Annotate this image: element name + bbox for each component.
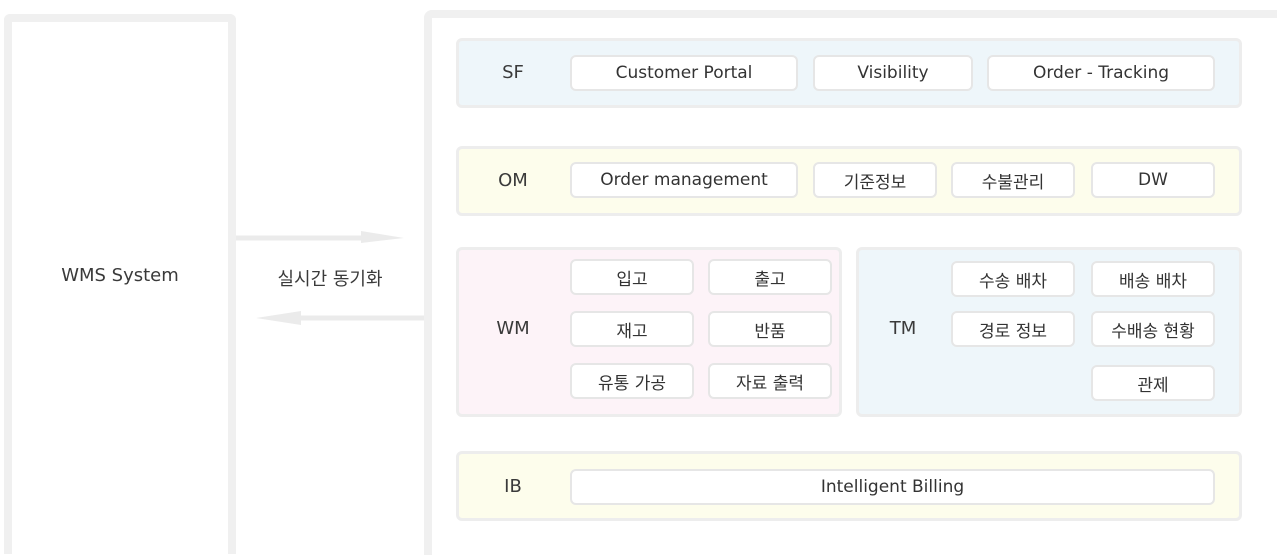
- tm-chip-delivery-dispatch[interactable]: 배송 배차: [1091, 261, 1215, 297]
- arrow-left-icon: [256, 311, 301, 325]
- ib-chip-intelligent-billing[interactable]: Intelligent Billing: [570, 469, 1215, 505]
- om-chip-order-management[interactable]: Order management: [570, 162, 798, 198]
- sync-label: 실시간 동기화: [277, 269, 383, 290]
- wm-chip-inbound[interactable]: 입고: [570, 259, 694, 295]
- tm-chip-control[interactable]: 관제: [1091, 365, 1215, 401]
- wms-system-label: WMS System: [61, 265, 179, 286]
- tm-chip-delivery-status[interactable]: 수배송 현황: [1091, 311, 1215, 347]
- wm-chip-report-output[interactable]: 자료 출력: [708, 363, 832, 399]
- sf-chip-customer-portal[interactable]: Customer Portal: [570, 55, 798, 91]
- om-label: OM: [498, 170, 528, 191]
- tm-label: TM: [889, 318, 917, 339]
- tm-chip-transport-dispatch[interactable]: 수송 배차: [951, 261, 1075, 297]
- sf-label: SF: [502, 62, 524, 83]
- wm-chip-stock[interactable]: 재고: [570, 311, 694, 347]
- sf-chip-visibility[interactable]: Visibility: [813, 55, 973, 91]
- ib-label: IB: [504, 476, 522, 497]
- sf-chip-order-tracking[interactable]: Order - Tracking: [987, 55, 1215, 91]
- om-chip-dw[interactable]: DW: [1091, 162, 1215, 198]
- tm-chip-route-info[interactable]: 경로 정보: [951, 311, 1075, 347]
- om-chip-inventory-management[interactable]: 수불관리: [951, 162, 1075, 198]
- om-chip-reference-info[interactable]: 기준정보: [813, 162, 937, 198]
- wm-label: WM: [496, 318, 530, 339]
- wm-chip-distribution-processing[interactable]: 유통 가공: [570, 363, 694, 399]
- wm-chip-outbound[interactable]: 출고: [708, 259, 832, 295]
- wm-chip-returns[interactable]: 반품: [708, 311, 832, 347]
- arrow-right-icon: [361, 231, 404, 243]
